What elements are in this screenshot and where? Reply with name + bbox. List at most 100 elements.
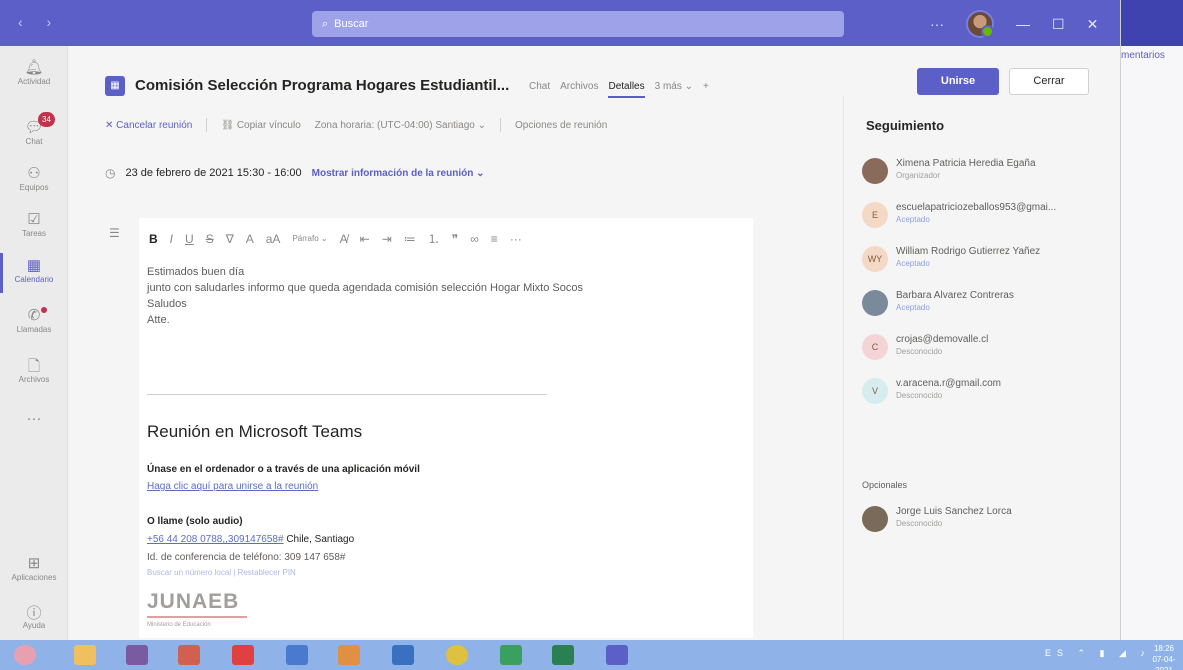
link-icon[interactable]: ∞ <box>470 232 479 246</box>
avatar: V <box>862 378 888 404</box>
horizontal-rule-icon[interactable]: ≡ <box>491 232 498 246</box>
bullets-icon[interactable]: ≔ <box>404 232 416 246</box>
more-format-icon[interactable]: ··· <box>510 232 522 246</box>
rail-apps[interactable]: ⊞ Aplicaciones <box>0 554 68 582</box>
bold-icon[interactable]: B <box>149 232 158 246</box>
powerpoint-icon[interactable] <box>178 645 200 665</box>
help-icon: ⓘ <box>26 605 42 622</box>
tab-files[interactable]: Archivos <box>560 81 598 98</box>
attendee-name: Jorge Luis Sanchez Lorca <box>896 506 1012 517</box>
italic-icon[interactable]: I <box>170 232 173 246</box>
background-window: mentarios <box>1120 0 1183 640</box>
local-number-links[interactable]: Buscar un número local | Restablecer PIN <box>147 568 296 577</box>
clock[interactable]: 18:26 07-04-2021 <box>1145 643 1183 670</box>
divider <box>206 118 208 132</box>
quote-icon[interactable]: ❞ <box>452 232 458 246</box>
meeting-datetime: 23 de febrero de 2021 15:30 - 16:00 <box>125 167 302 179</box>
font-color-icon[interactable]: A <box>246 232 254 246</box>
attendee-row[interactable]: Eescuelapatriciozeballos953@gmai... Acept… <box>862 202 1056 228</box>
word-icon[interactable] <box>286 645 308 665</box>
start-icon[interactable] <box>14 645 36 665</box>
attendee-name: Ximena Patricia Heredia Egaña <box>896 158 1036 169</box>
system-tray[interactable]: ES ⌃ ▮ ◢ ♪ <box>1045 648 1151 659</box>
rail-help[interactable]: ⓘ Ayuda <box>0 602 68 630</box>
divider <box>147 394 547 395</box>
call-instructions: O llame (solo audio) <box>147 516 243 527</box>
calendar-event-icon: ▦ <box>105 76 125 96</box>
attendee-row[interactable]: Ccrojas@demovalle.cl Desconocido <box>862 334 988 360</box>
rail-more[interactable]: ··· <box>0 410 68 429</box>
attendee-row[interactable]: Vv.aracena.r@gmail.com Desconocido <box>862 378 1001 404</box>
attendee-status: Aceptado <box>896 259 930 268</box>
timezone-dropdown[interactable]: Zona horaria: (UTC-04:00) Santiago ⌄ <box>315 120 486 131</box>
rail-files[interactable]: 🗋︎ Archivos <box>0 356 68 384</box>
show-info-button[interactable]: Mostrar información de la reunión ⌄ <box>312 168 485 179</box>
attendee-name: crojas@demovalle.cl <box>896 334 989 345</box>
outlook-icon[interactable] <box>392 645 414 665</box>
rail-chat[interactable]: 💬︎ 34 Chat <box>0 112 68 146</box>
font-size-icon[interactable]: aA <box>266 232 281 246</box>
clock-icon: ◷ <box>105 166 116 180</box>
search-icon: ⌕ <box>322 17 329 30</box>
outdent-icon[interactable]: ⇤ <box>360 232 370 246</box>
highlight-icon[interactable]: ∇ <box>226 232 234 246</box>
teams-taskbar-icon[interactable] <box>606 645 628 665</box>
copy-link-button[interactable]: ⛓ Copiar vínculo <box>221 120 300 131</box>
paragraph-dropdown[interactable]: Párrafo ⌄ <box>292 234 327 243</box>
meeting-date-row: ◷ 23 de febrero de 2021 15:30 - 16:00 Mo… <box>105 166 485 180</box>
rail-calls[interactable]: ✆ Llamadas <box>0 306 68 334</box>
nav-arrows[interactable]: ‹ › <box>18 14 61 30</box>
rail-teams[interactable]: ⚇ Equipos <box>0 164 68 192</box>
rail-activity[interactable]: 🔔︎ Actividad <box>0 58 68 86</box>
avatar <box>862 158 888 184</box>
numbering-icon[interactable]: ⒈ <box>428 230 440 247</box>
onenote-icon[interactable] <box>126 645 148 665</box>
teams-heading: Reunión en Microsoft Teams <box>147 422 363 441</box>
clear-format-icon[interactable]: A̸ <box>340 232 348 246</box>
avatar: E <box>862 202 888 228</box>
underline-icon[interactable]: U <box>185 232 194 246</box>
attendee-name: v.aracena.r@gmail.com <box>896 378 1001 389</box>
tab-chat[interactable]: Chat <box>529 81 550 98</box>
excel-icon[interactable] <box>552 645 574 665</box>
attendee-row[interactable]: WY William Rodrigo Gutierrez Yañez Aceptad… <box>862 246 1040 272</box>
meeting-description-editor[interactable]: B I U S ∇ A aA Párrafo ⌄ A̸ ⇤ ⇥ ≔ ⒈ ❞ ∞ … <box>139 218 753 638</box>
phone-row: +56 44 208 0788,,309147658# Chile, Santi… <box>147 534 354 545</box>
windows-taskbar: ES ⌃ ▮ ◢ ♪ 18:26 07-04-2021 <box>0 640 1183 670</box>
app-icon[interactable] <box>500 645 522 665</box>
attendee-row[interactable]: Ximena Patricia Heredia Egaña Organizador <box>862 158 1036 184</box>
attendee-row[interactable]: Jorge Luis Sanchez Lorca Desconocido <box>862 506 1012 532</box>
close-button[interactable]: Cerrar <box>1009 68 1089 95</box>
phone-link[interactable]: +56 44 208 0788,,309147658# <box>147 534 284 545</box>
tab-more[interactable]: 3 más ⌄ <box>655 81 693 98</box>
maximize-icon[interactable]: ☐ <box>1052 16 1065 33</box>
minimize-icon[interactable]: — <box>1016 16 1030 32</box>
explorer-icon[interactable] <box>74 645 96 665</box>
main-area: ▦ Comisión Selección Programa Hogares Es… <box>69 46 1120 640</box>
teams-icon: ⚇ <box>27 165 41 182</box>
close-window-icon[interactable]: ✕ <box>1087 16 1099 33</box>
indent-icon[interactable]: ⇥ <box>382 232 392 246</box>
attendee-row[interactable]: Barbara Alvarez Contreras Aceptado <box>862 290 1014 316</box>
background-window-tab[interactable]: mentarios <box>1121 50 1165 61</box>
logo-underline <box>147 616 247 618</box>
pdf-icon[interactable] <box>232 645 254 665</box>
strikethrough-icon[interactable]: S <box>206 232 214 246</box>
avatar[interactable] <box>966 10 994 38</box>
meeting-options-button[interactable]: Opciones de reunión <box>515 120 607 131</box>
tab-details[interactable]: Detalles <box>608 81 644 98</box>
background-window-titlebar <box>1121 0 1183 46</box>
cancel-meeting-button[interactable]: ✕ Cancelar reunión <box>105 120 192 131</box>
join-button[interactable]: Unirse <box>917 68 999 95</box>
chrome-icon[interactable] <box>446 645 468 665</box>
join-meeting-link[interactable]: Haga clic aquí para unirse a la reunión <box>147 481 318 492</box>
add-tab-icon[interactable]: + <box>703 81 709 98</box>
attendee-status: Desconocido <box>896 391 943 400</box>
phone-city: Chile, Santiago <box>286 534 355 545</box>
rail-calendar[interactable]: ▦ Calendario <box>0 256 68 284</box>
link-icon: ⛓ <box>221 119 235 131</box>
more-options-icon[interactable]: ··· <box>930 16 944 32</box>
rail-tasks[interactable]: ☑ Tareas <box>0 210 68 238</box>
firefox-icon[interactable] <box>338 645 360 665</box>
search-input[interactable]: ⌕ Buscar <box>312 11 844 37</box>
